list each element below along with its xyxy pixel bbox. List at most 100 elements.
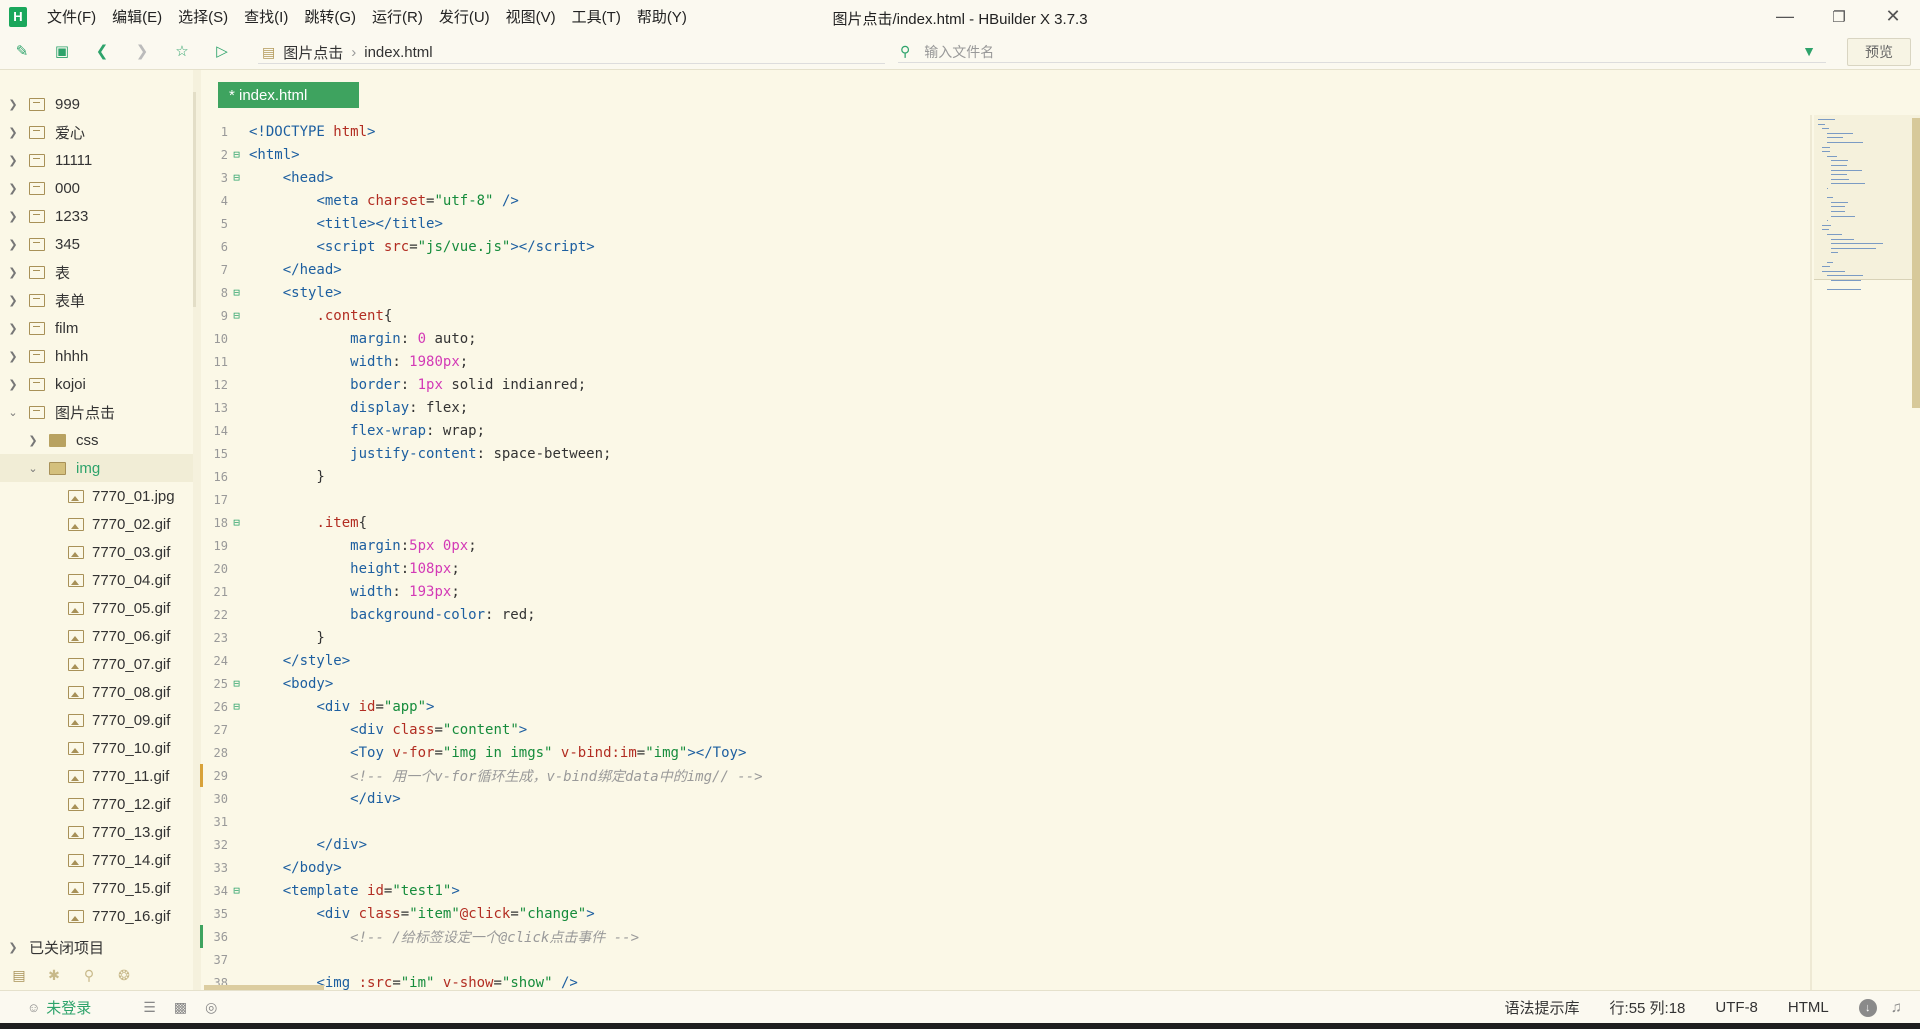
vertical-scrollbar[interactable] <box>1912 118 1920 408</box>
tree-item-file[interactable]: 7770_08.gif <box>0 678 193 706</box>
tree-item-project[interactable]: ❯ film <box>0 314 193 342</box>
tree-item-file[interactable]: 7770_07.gif <box>0 650 193 678</box>
menu-item[interactable]: 视图(V) <box>506 6 556 27</box>
notification-bell-icon[interactable]: ♫ <box>1891 999 1902 1016</box>
code-line[interactable]: 8 ⊟ <style> <box>201 281 1801 304</box>
code-area[interactable]: 1 <!DOCTYPE html> 2 ⊟ <html> 3 ⊟ <head> 4 <meta… <box>200 120 1801 994</box>
code-line[interactable]: 10 margin: 0 auto; <box>201 327 1801 350</box>
file-search-input[interactable] <box>924 43 1745 60</box>
breadcrumb-project[interactable]: 图片点击 <box>283 42 343 63</box>
menu-item[interactable]: 工具(T) <box>572 6 621 27</box>
list-icon[interactable]: ☰ <box>143 999 156 1016</box>
fold-toggle-icon[interactable]: ⊟ <box>228 309 245 322</box>
forward-icon[interactable]: ❯ <box>131 40 153 62</box>
tree-item-file[interactable]: 7770_12.gif <box>0 790 193 818</box>
code-line[interactable]: 35 <div class="item"@click="change"> <box>201 902 1801 925</box>
code-line[interactable]: 36 <!-- /给标签设定一个@click点击事件 --> <box>200 925 1801 948</box>
search-panel-icon[interactable]: ⚲ <box>79 967 99 985</box>
filter-icon[interactable]: ▼ <box>1802 43 1816 59</box>
code-line[interactable]: 32 </div> <box>201 833 1801 856</box>
download-icon[interactable]: ↓ <box>1858 998 1877 1017</box>
sidebar-scrollbar[interactable] <box>193 92 196 307</box>
fold-toggle-icon[interactable]: ⊟ <box>228 884 245 897</box>
code-line[interactable]: 25 ⊟ <body> <box>201 672 1801 695</box>
code-line[interactable]: 15 justify-content: space-between; <box>201 442 1801 465</box>
menu-item[interactable]: 跳转(G) <box>304 6 356 27</box>
fold-toggle-icon[interactable]: ⊟ <box>228 700 245 713</box>
tree-item-project[interactable]: ❯ 1233 <box>0 202 193 230</box>
closed-projects[interactable]: ❯ 已关闭项目 <box>0 933 193 961</box>
code-line[interactable]: 23 } <box>201 626 1801 649</box>
terminal-icon[interactable]: ▩ <box>174 999 187 1016</box>
tree-item-file[interactable]: 7770_05.gif <box>0 594 193 622</box>
code-line[interactable]: 16 } <box>201 465 1801 488</box>
tree-item-file[interactable]: 7770_06.gif <box>0 622 193 650</box>
language-mode[interactable]: HTML <box>1788 999 1829 1016</box>
menu-item[interactable]: 发行(U) <box>439 6 490 27</box>
tree-item-project[interactable]: ❯ hhhh <box>0 342 193 370</box>
run-icon[interactable]: ▷ <box>211 40 233 62</box>
tree-item-file[interactable]: 7770_11.gif <box>0 762 193 790</box>
tree-item-file[interactable]: 7770_03.gif <box>0 538 193 566</box>
menu-item[interactable]: 帮助(Y) <box>637 6 687 27</box>
tree-item-project[interactable]: ❯ 999 <box>0 90 193 118</box>
code-line[interactable]: 19 margin:5px 0px; <box>201 534 1801 557</box>
favorite-icon[interactable]: ☆ <box>171 40 193 62</box>
tree-item-project[interactable]: ❯ 表 <box>0 258 193 286</box>
tree-item-project[interactable]: ❯ 11111 <box>0 146 193 174</box>
tree-item-file[interactable]: 7770_10.gif <box>0 734 193 762</box>
menu-item[interactable]: 查找(I) <box>244 6 288 27</box>
debug-icon[interactable]: ✱ <box>44 967 64 985</box>
tree-item-folder[interactable]: ⌄ img <box>0 454 193 482</box>
code-line[interactable]: 27 <div class="content"> <box>201 718 1801 741</box>
code-line[interactable]: 11 width: 1980px; <box>201 350 1801 373</box>
fold-toggle-icon[interactable]: ⊟ <box>228 171 245 184</box>
code-line[interactable]: 5 <title></title> <box>201 212 1801 235</box>
code-line[interactable]: 31 <box>201 810 1801 833</box>
restore-icon[interactable]: ❐ <box>1812 0 1866 33</box>
tab-index-html[interactable]: * index.html <box>218 82 359 108</box>
save-icon[interactable]: ▣ <box>51 40 73 62</box>
fold-toggle-icon[interactable]: ⊟ <box>228 286 245 299</box>
code-line[interactable]: 2 ⊟ <html> <box>201 143 1801 166</box>
code-line[interactable]: 9 ⊟ .content{ <box>201 304 1801 327</box>
tree-item-open-project[interactable]: ⌄ 图片点击 <box>0 398 193 426</box>
new-file-icon[interactable]: ✎ <box>11 40 33 62</box>
tree-item-file[interactable]: 7770_02.gif <box>0 510 193 538</box>
login-status[interactable]: ☺ 未登录 <box>27 997 91 1018</box>
back-icon[interactable]: ❮ <box>91 40 113 62</box>
menu-item[interactable]: 文件(F) <box>47 6 96 27</box>
project-manager-icon[interactable]: ▤ <box>9 967 29 985</box>
fold-toggle-icon[interactable]: ⊟ <box>228 677 245 690</box>
code-line[interactable]: 20 height:108px; <box>201 557 1801 580</box>
tree-item-file[interactable]: 7770_01.jpg <box>0 482 193 510</box>
code-line[interactable]: 37 <box>201 948 1801 971</box>
menu-item[interactable]: 运行(R) <box>372 6 423 27</box>
tree-item-folder[interactable]: ❯ css <box>0 426 193 454</box>
tree-item-file[interactable]: 7770_16.gif <box>0 902 193 928</box>
code-line[interactable]: 29 <!-- 用一个v-for循环生成，v-bind绑定data中的img//… <box>200 764 1801 787</box>
code-line[interactable]: 34 ⊟ <template id="test1"> <box>201 879 1801 902</box>
code-line[interactable]: 6 <script src="js/vue.js"></script> <box>201 235 1801 258</box>
syntax-library[interactable]: 语法提示库 <box>1505 997 1580 1018</box>
code-line[interactable]: 26 ⊟ <div id="app"> <box>201 695 1801 718</box>
tree-item-project[interactable]: ❯ 345 <box>0 230 193 258</box>
code-line[interactable]: 1 <!DOCTYPE html> <box>201 120 1801 143</box>
close-icon[interactable]: ✕ <box>1866 0 1920 33</box>
tree-item-file[interactable]: 7770_09.gif <box>0 706 193 734</box>
fold-toggle-icon[interactable]: ⊟ <box>228 148 245 161</box>
code-line[interactable]: 28 <Toy v-for="img in imgs" v-bind:im="i… <box>201 741 1801 764</box>
fold-toggle-icon[interactable]: ⊟ <box>228 516 245 529</box>
code-line[interactable]: 4 <meta charset="utf-8" /> <box>201 189 1801 212</box>
code-line[interactable]: 21 width: 193px; <box>201 580 1801 603</box>
menu-item[interactable]: 选择(S) <box>178 6 228 27</box>
code-line[interactable]: 14 flex-wrap: wrap; <box>201 419 1801 442</box>
code-line[interactable]: 33 </body> <box>201 856 1801 879</box>
minimize-icon[interactable]: — <box>1758 0 1812 33</box>
code-line[interactable]: 3 ⊟ <head> <box>201 166 1801 189</box>
globe-icon[interactable]: ◎ <box>205 999 217 1016</box>
tree-item-project[interactable]: ❯ 000 <box>0 174 193 202</box>
code-line[interactable]: 17 <box>201 488 1801 511</box>
code-line[interactable]: 13 display: flex; <box>201 396 1801 419</box>
plugin-icon[interactable]: ❂ <box>114 967 134 985</box>
